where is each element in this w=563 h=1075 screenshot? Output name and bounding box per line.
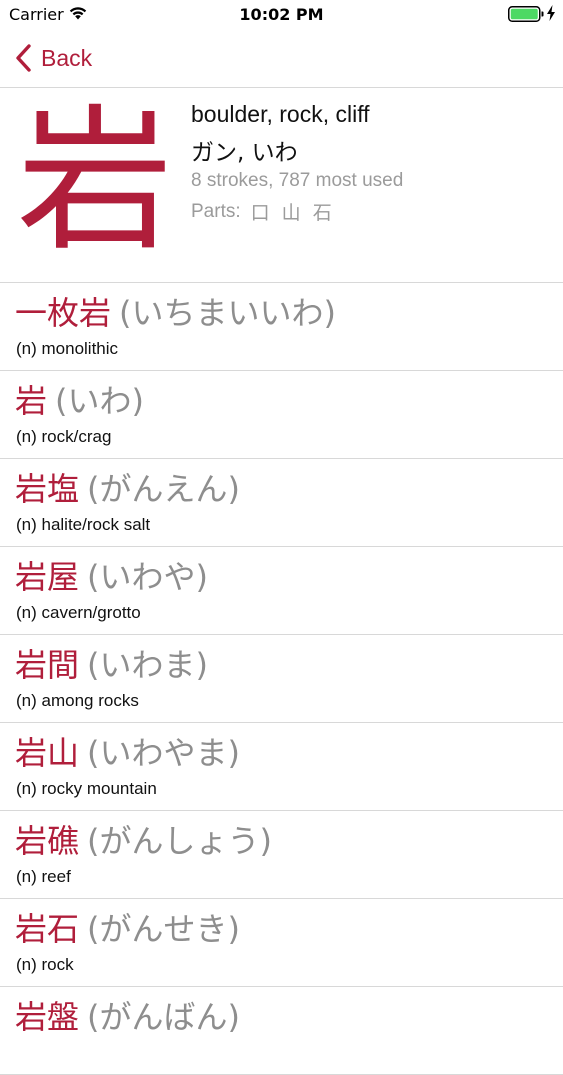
word-heading: 岩間 (いわま) (15, 645, 208, 685)
word-kanji: 岩塩 (15, 470, 80, 508)
word-heading: 岩山 (いわやま) (15, 733, 240, 773)
word-kanji: 岩石 (15, 910, 80, 948)
word-definition: (n) rock/crag (16, 427, 112, 446)
word-reading: (いわま) (87, 646, 208, 684)
word-reading: (いわや) (87, 558, 208, 596)
chevron-left-icon (16, 44, 31, 72)
word-kanji: 岩山 (15, 734, 80, 772)
kanji-parts: Parts: 口 山 石 (191, 198, 335, 225)
word-reading: (がんしょう) (87, 822, 272, 860)
word-kanji: 岩屋 (15, 558, 80, 596)
word-definition: (n) rock (16, 955, 74, 974)
word-kanji: 岩間 (15, 646, 80, 684)
kanji-meanings: boulder, rock, cliff (191, 101, 370, 127)
word-definition: (n) rocky mountain (16, 779, 157, 798)
word-heading: 岩 (いわ) (15, 381, 144, 421)
word-reading: (がんばん) (87, 998, 240, 1036)
word-reading: (いわ) (55, 382, 144, 420)
parts-value: 口 山 石 (250, 202, 335, 224)
parts-label: Parts: (191, 200, 241, 222)
navigation-bar: Back (0, 30, 563, 88)
list-item[interactable]: 岩石 (がんせき) (n) rock (0, 899, 563, 987)
word-definition: (n) among rocks (16, 691, 139, 710)
word-heading: 岩石 (がんせき) (15, 909, 240, 949)
list-item[interactable]: 岩塩 (がんえん) (n) halite/rock salt (0, 459, 563, 547)
status-bar: Carrier 10:02 PM (0, 0, 563, 30)
kanji-readings: ガン, いわ (191, 140, 298, 166)
list-item[interactable]: 岩間 (いわま) (n) among rocks (0, 635, 563, 723)
back-label: Back (41, 44, 93, 71)
word-reading: (がんせき) (87, 910, 240, 948)
word-kanji: 岩盤 (15, 998, 80, 1036)
word-kanji: 岩 (15, 382, 48, 420)
word-kanji: 一枚岩 (15, 294, 112, 332)
kanji-character: 岩 (17, 90, 173, 272)
clock: 10:02 PM (239, 5, 324, 24)
back-button[interactable]: Back (14, 42, 92, 74)
word-definition: (n) cavern/grotto (16, 603, 141, 622)
word-definition: (n) monolithic (16, 339, 119, 358)
kanji-detail-header: 岩 boulder, rock, cliff ガン, いわ 8 strokes,… (0, 88, 563, 283)
word-heading: 岩屋 (いわや) (15, 557, 208, 597)
word-heading: 岩礁 (がんしょう) (15, 821, 272, 861)
list-item[interactable]: 岩山 (いわやま) (n) rocky mountain (0, 723, 563, 811)
word-reading: (がんえん) (87, 470, 240, 508)
word-definition: (n) reef (16, 867, 71, 886)
word-definition: (n) halite/rock salt (16, 515, 151, 534)
word-list: 一枚岩 (いちまいいわ) (n) monolithic 岩 (いわ) (n) roc… (0, 283, 563, 1075)
list-item[interactable]: 一枚岩 (いちまいいわ) (n) monolithic (0, 283, 563, 371)
list-item[interactable]: 岩礁 (がんしょう) (n) reef (0, 811, 563, 899)
battery-icon (508, 6, 544, 22)
charging-bolt-icon (547, 5, 555, 21)
word-heading: 一枚岩 (いちまいいわ) (15, 293, 336, 333)
word-reading: (いちまいいわ) (119, 294, 336, 332)
list-item[interactable]: 岩盤 (がんばん) (0, 987, 563, 1075)
word-kanji: 岩礁 (15, 822, 80, 860)
word-reading: (いわやま) (87, 734, 240, 772)
kanji-stats: 8 strokes, 787 most used (191, 170, 404, 191)
list-item[interactable]: 岩屋 (いわや) (n) cavern/grotto (0, 547, 563, 635)
word-heading: 岩塩 (がんえん) (15, 469, 240, 509)
word-heading: 岩盤 (がんばん) (15, 997, 240, 1037)
list-item[interactable]: 岩 (いわ) (n) rock/crag (0, 371, 563, 459)
